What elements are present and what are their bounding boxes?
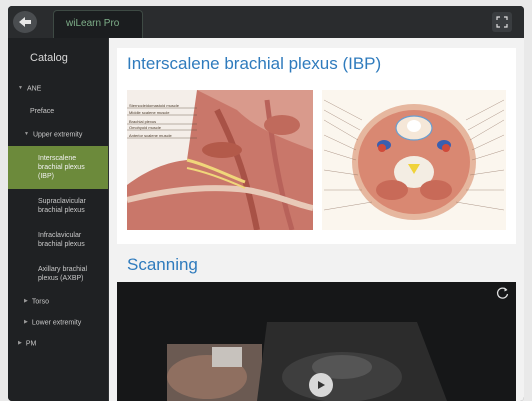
section-scanning-header: Scanning: [117, 252, 516, 278]
back-button[interactable]: [13, 11, 37, 33]
caret-down-icon: ▼: [18, 85, 23, 91]
caret-right-icon: ▶: [24, 297, 28, 304]
sidebar-item-preface[interactable]: Preface: [8, 99, 108, 124]
sidebar-item-ibp[interactable]: Interscalene brachial plexus (IBP): [8, 145, 108, 189]
fullscreen-button[interactable]: [492, 12, 512, 32]
main-content: Interscalene brachial plexus (IBP) Stern…: [109, 38, 524, 401]
fig-label-2: Middle scalene muscle: [129, 110, 170, 115]
sidebar-item-ane[interactable]: ▼ ANE: [8, 78, 108, 99]
section-ibp: Interscalene brachial plexus (IBP) Stern…: [117, 48, 516, 244]
sidebar-item-torso[interactable]: ▶ Torso: [8, 291, 108, 312]
fullscreen-icon: [496, 16, 508, 28]
anatomy-figure-cross-section[interactable]: [322, 90, 506, 230]
replay-icon: [496, 287, 509, 299]
fig-label-1: Sternocleidomastoid muscle: [129, 103, 180, 108]
caret-right-icon: ▶: [18, 340, 22, 347]
caret-down-icon: ▼: [24, 131, 29, 138]
neck-dissection-illustration: Sternocleidomastoid muscle Middle scalen…: [126, 90, 314, 231]
fig-label-5: Anterior scalene muscle: [129, 133, 172, 138]
sidebar: Catalog ▼ ANE Preface ▼ Upper extremity In…: [8, 38, 109, 401]
section-title-scanning: Scanning: [127, 255, 198, 274]
neck-cross-section-illustration: [322, 90, 506, 230]
arrow-left-icon: [19, 17, 31, 27]
catalog-nav: ▼ ANE Preface ▼ Upper extremity Interscale…: [8, 78, 108, 355]
tab-app-label: wiLearn Pro: [66, 18, 120, 29]
sidebar-item-lower-extremity[interactable]: ▶ Lower extremity: [8, 312, 108, 333]
sidebar-item-upper-extremity[interactable]: ▼ Upper extremity: [8, 124, 108, 145]
play-icon: [318, 381, 325, 389]
sidebar-item-pm[interactable]: ▶ PM: [8, 333, 108, 354]
replay-button[interactable]: [496, 286, 510, 300]
tab-app[interactable]: wiLearn Pro: [53, 10, 143, 38]
play-button[interactable]: [309, 373, 333, 397]
scanning-video[interactable]: [117, 282, 516, 401]
section-title-ibp: Interscalene brachial plexus (IBP): [127, 54, 382, 73]
catalog-title: Catalog: [30, 52, 68, 64]
title-bar: wiLearn Pro: [8, 6, 524, 38]
sidebar-item-supraclavicular[interactable]: Supraclavicular brachial plexus: [8, 189, 108, 223]
anatomy-figure-neck[interactable]: Sternocleidomastoid muscle Middle scalen…: [126, 90, 314, 231]
fig-label-4: Omohyoid muscle: [129, 125, 162, 130]
sidebar-item-infraclavicular[interactable]: Infraclavicular brachial plexus: [8, 223, 108, 257]
caret-right-icon: ▶: [24, 319, 28, 326]
fig-label-3: Brachial plexus: [129, 119, 156, 124]
app-window: wiLearn Pro Catalog ▼ ANE Preface ▼ Upper …: [8, 6, 524, 401]
sidebar-item-axbp[interactable]: Axillary brachial plexus (AXBP): [8, 257, 108, 291]
